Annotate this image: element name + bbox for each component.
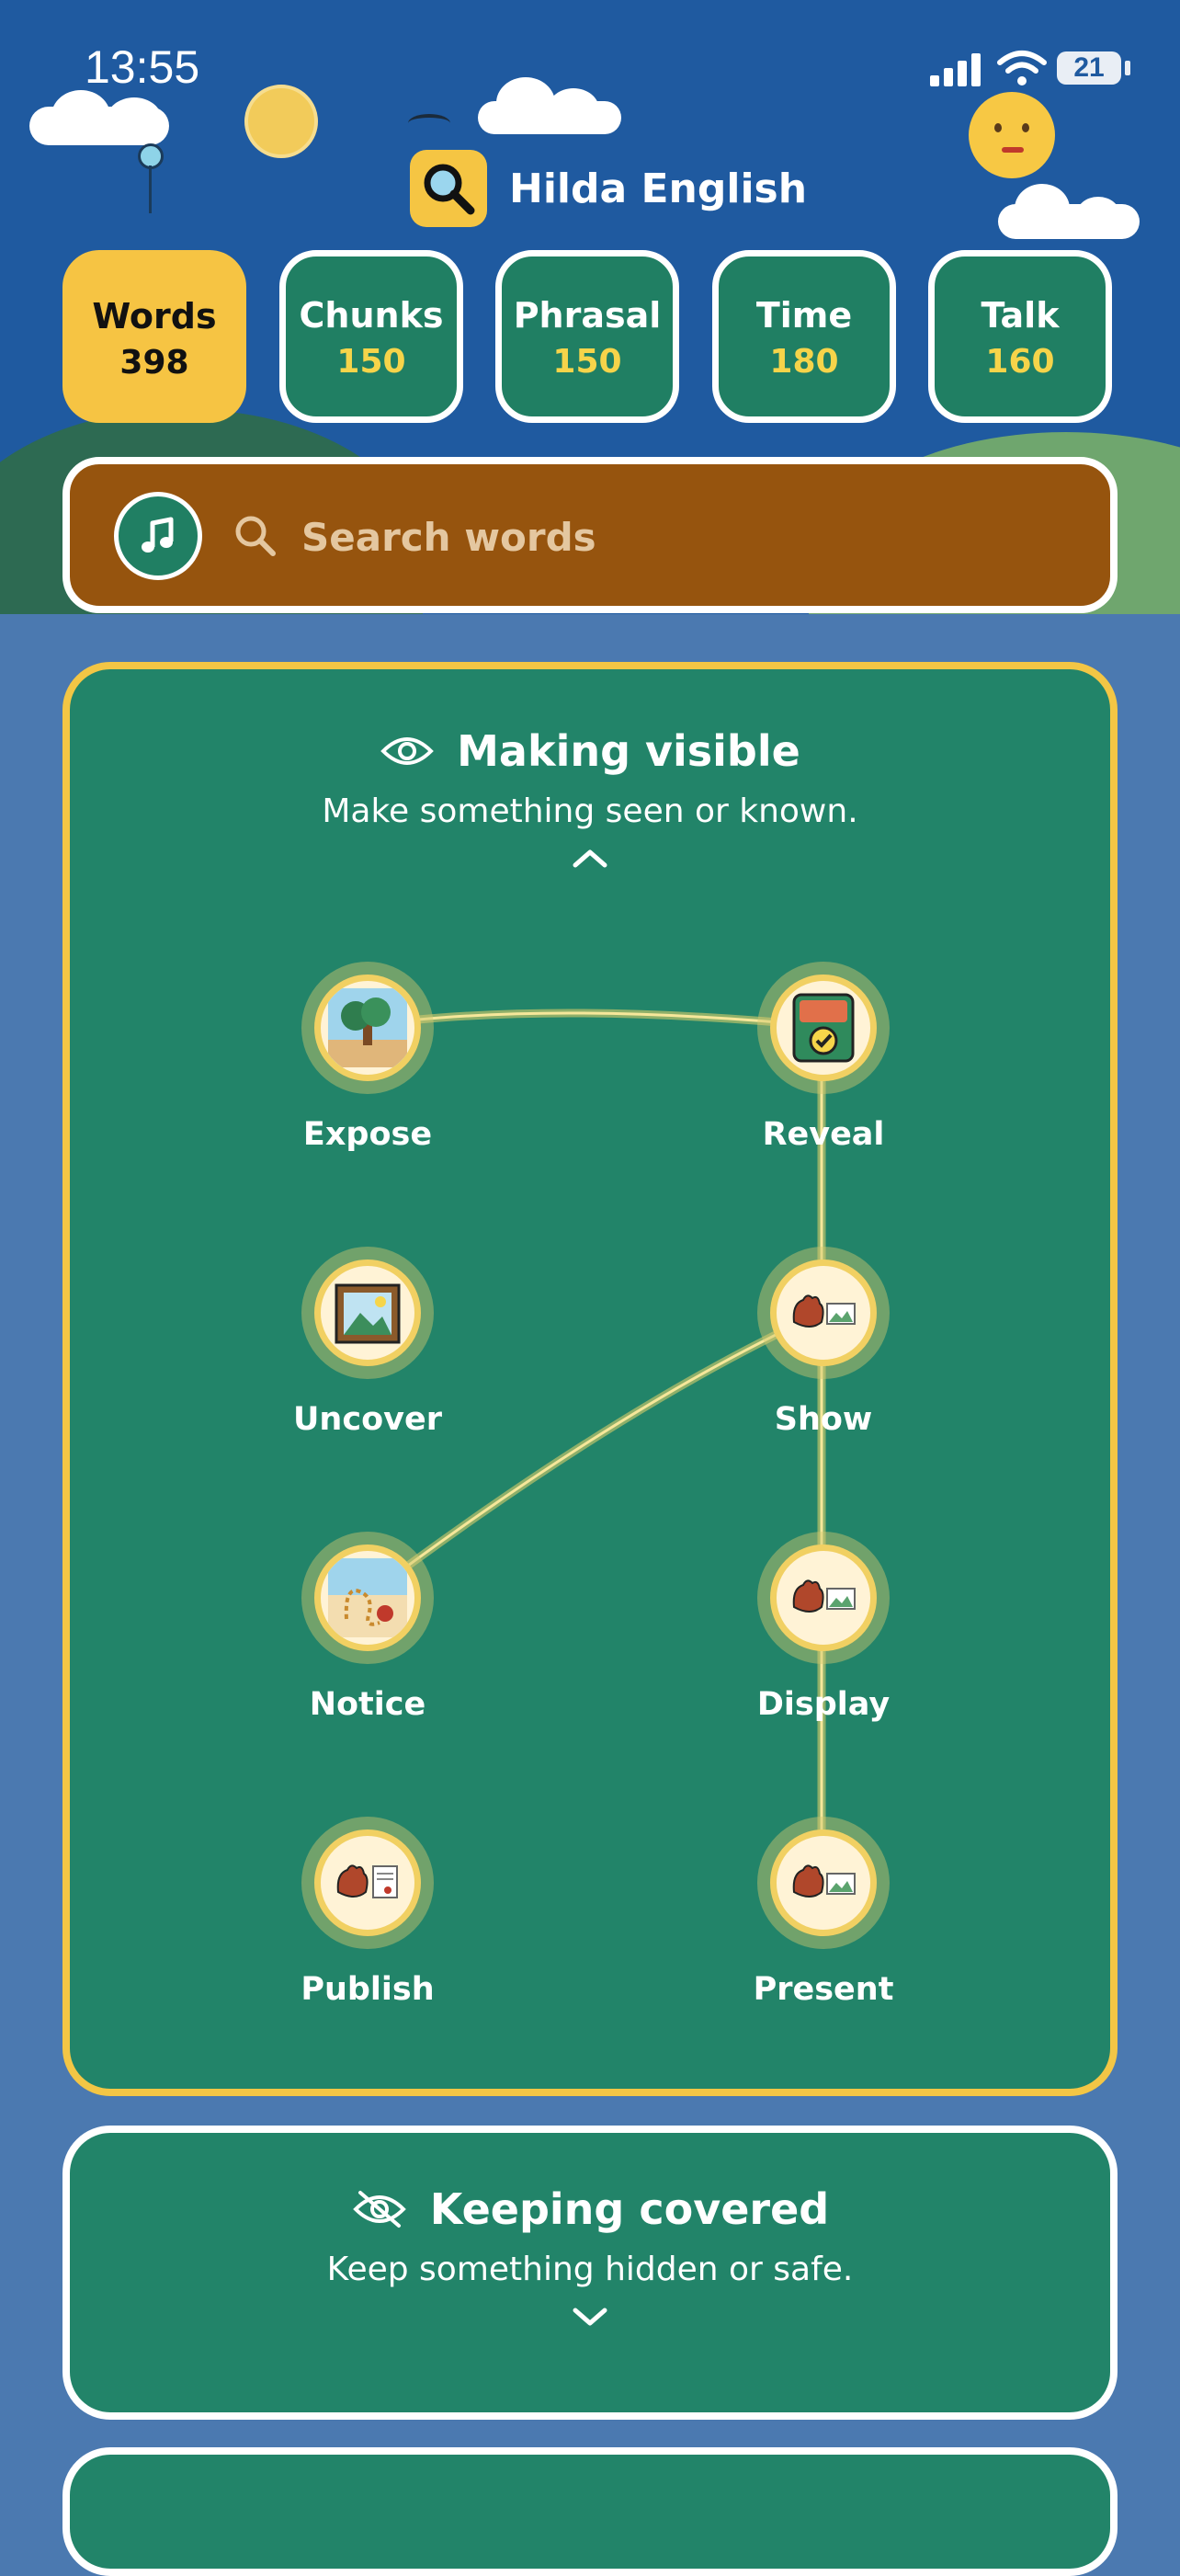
eye-off-icon bbox=[352, 2191, 406, 2228]
word-node-notice[interactable]: Notice bbox=[276, 1532, 460, 1734]
cloud-decoration bbox=[496, 77, 555, 129]
status-time: 13:55 bbox=[85, 41, 200, 93]
word-node-expose[interactable]: Expose bbox=[276, 962, 460, 1164]
sun-decoration bbox=[244, 85, 318, 158]
hand-picture-icon bbox=[770, 1544, 877, 1651]
framed-picture-icon bbox=[314, 1260, 421, 1366]
tab-label: Talk bbox=[981, 295, 1060, 336]
word-label: Display bbox=[756, 1686, 891, 1723]
tab-phrasal[interactable]: Phrasal 150 bbox=[495, 250, 679, 423]
tab-label: Chunks bbox=[299, 295, 444, 336]
word-label: Reveal bbox=[762, 1116, 885, 1153]
status-icons: 21 bbox=[928, 46, 1149, 92]
app-brand: Hilda English bbox=[410, 149, 807, 228]
group-card-making-visible: Making visible Make something seen or kn… bbox=[62, 662, 1118, 2096]
cloud-decoration bbox=[548, 88, 599, 131]
group-subtitle: Keep something hidden or safe. bbox=[326, 2251, 854, 2288]
tab-chunks[interactable]: Chunks 150 bbox=[279, 250, 463, 423]
tab-words[interactable]: Words 398 bbox=[62, 250, 246, 423]
group-card-keeping-covered[interactable]: Keeping covered Keep something hidden or… bbox=[62, 2126, 1118, 2420]
tab-label: Words bbox=[92, 296, 217, 336]
cloud-decoration bbox=[51, 90, 110, 142]
word-label: Expose bbox=[302, 1116, 433, 1153]
word-node-show[interactable]: Show bbox=[732, 1247, 915, 1449]
word-label: Uncover bbox=[293, 1401, 442, 1438]
category-tabs: Words 398 Chunks 150 Phrasal 150 Time 18… bbox=[62, 250, 1118, 434]
group-header[interactable]: Keeping covered Keep something hidden or… bbox=[70, 2184, 1110, 2329]
magnifier-logo-icon bbox=[410, 150, 487, 227]
word-node-present[interactable]: Present bbox=[732, 1817, 915, 2019]
cloud-decoration bbox=[1075, 197, 1121, 237]
app-title: Hilda English bbox=[509, 165, 808, 212]
tab-count: 150 bbox=[552, 343, 622, 381]
tab-label: Time bbox=[755, 295, 853, 336]
music-note-icon bbox=[142, 517, 174, 553]
balloon-string-decoration bbox=[149, 165, 152, 213]
word-label: Present bbox=[753, 1971, 894, 2008]
wifi-icon bbox=[997, 51, 1047, 85]
hand-picture-icon bbox=[770, 1829, 877, 1936]
search-bar bbox=[62, 457, 1118, 613]
tab-count: 150 bbox=[336, 343, 406, 381]
tab-count: 180 bbox=[769, 343, 839, 381]
word-label: Show bbox=[774, 1401, 873, 1438]
group-title: Keeping covered bbox=[429, 2184, 830, 2234]
chevron-down-icon[interactable] bbox=[570, 2305, 610, 2329]
cellular-signal-icon bbox=[930, 53, 981, 86]
word-label: Publish bbox=[301, 1971, 435, 2008]
tab-label: Phrasal bbox=[513, 295, 662, 336]
app-header: 13:55 21 Hilda English Words 398 Chunks … bbox=[0, 0, 1180, 614]
search-icon bbox=[232, 512, 279, 560]
music-button[interactable] bbox=[114, 492, 202, 580]
battery-icon bbox=[1125, 61, 1130, 75]
word-node-display[interactable]: Display bbox=[732, 1532, 915, 1734]
tab-talk[interactable]: Talk 160 bbox=[928, 250, 1112, 423]
document-check-icon bbox=[770, 975, 877, 1081]
hand-document-icon bbox=[314, 1829, 421, 1936]
word-label: Notice bbox=[309, 1686, 426, 1723]
bird-decoration bbox=[408, 114, 450, 132]
word-path-lines bbox=[357, 1009, 826, 1897]
word-node-uncover[interactable]: Uncover bbox=[276, 1247, 460, 1449]
tab-time[interactable]: Time 180 bbox=[712, 250, 896, 423]
group-card-next[interactable] bbox=[62, 2447, 1118, 2576]
word-node-reveal[interactable]: Reveal bbox=[732, 962, 915, 1164]
hand-picture-icon bbox=[770, 1260, 877, 1366]
cloud-decoration bbox=[1015, 184, 1070, 234]
path-ball-icon bbox=[314, 1544, 421, 1651]
battery-level: 21 bbox=[1057, 51, 1121, 85]
tab-count: 160 bbox=[985, 343, 1055, 381]
tab-count: 398 bbox=[119, 344, 189, 382]
search-input[interactable] bbox=[300, 501, 1057, 573]
tree-icon bbox=[314, 975, 421, 1081]
sun-face-decoration bbox=[969, 92, 1055, 178]
word-node-publish[interactable]: Publish bbox=[276, 1817, 460, 2019]
cloud-decoration bbox=[107, 97, 162, 142]
